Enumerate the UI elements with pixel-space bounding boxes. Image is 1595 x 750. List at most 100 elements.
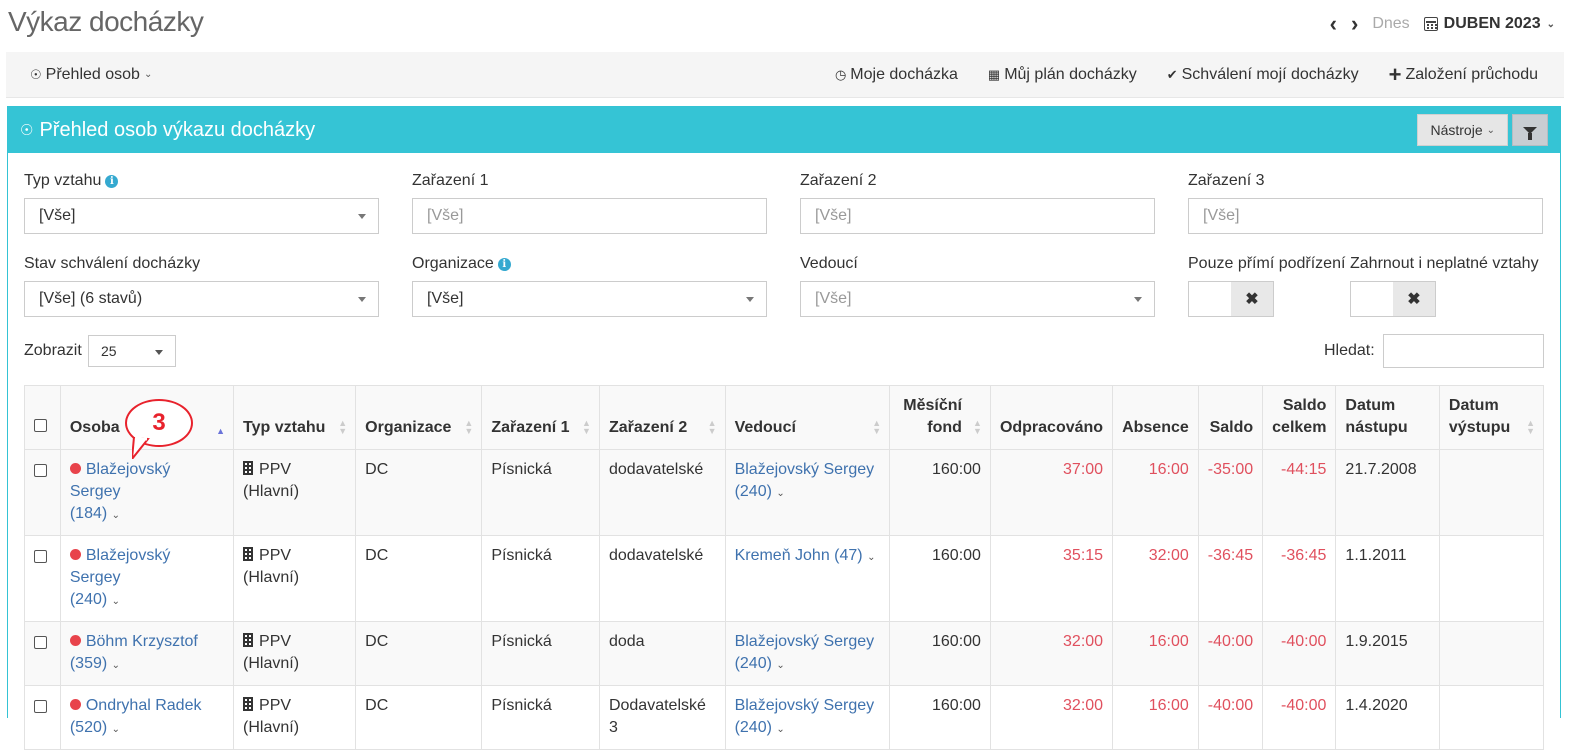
classification1-input[interactable]: [Vše] <box>412 198 767 234</box>
person-cell: Blažejovský Sergey (240) ⌄ <box>59 535 235 622</box>
person-link[interactable]: Böhm Krzysztof <box>86 633 198 650</box>
approval-state-select[interactable]: [Vše] (6 stavů) <box>24 281 379 317</box>
calendar-icon: ▦ <box>987 66 1001 82</box>
chevron-down-icon: ⌄ <box>143 69 153 80</box>
sort-icon: ▲ ▼ <box>707 418 717 436</box>
monthly-fund-cell: 160:00 <box>889 535 991 622</box>
create-passage-link[interactable]: + Založení průchodu <box>1389 63 1538 85</box>
balance-cell: -36:45 <box>1197 535 1264 622</box>
column-header-absence[interactable]: Absence <box>1112 385 1199 450</box>
manager-id-dropdown[interactable]: (240) ⌄ <box>735 719 785 736</box>
today-button[interactable]: Dnes <box>1372 15 1409 33</box>
column-header-start-date[interactable]: Datum nástupu <box>1335 385 1440 450</box>
person-link[interactable]: Ondryhal Radek <box>86 697 202 714</box>
manager-link[interactable]: Kremeň John (47) <box>735 547 863 564</box>
include-invalid-toggle[interactable]: ✖ <box>1350 281 1436 317</box>
person-link[interactable]: Blažejovský Sergey <box>70 461 170 500</box>
person-id: (184) <box>69 505 108 522</box>
filter-toggle-button[interactable] <box>1512 114 1548 146</box>
search-input[interactable] <box>1383 334 1544 368</box>
manager-link[interactable]: Blažejovský Sergey <box>735 697 875 714</box>
page-size-select[interactable]: 25 <box>88 335 176 367</box>
manager-cell: Blažejovský Sergey (240) ⌄ <box>724 621 891 686</box>
column-header-organization[interactable]: Organizace ▲ ▼ <box>355 385 483 450</box>
column-header-manager[interactable]: Vedoucí ▲ ▼ <box>724 385 891 450</box>
relation-type-cell: PPV (Hlavní) <box>233 621 357 686</box>
person-id-dropdown[interactable]: (240) ⌄ <box>70 591 120 608</box>
month-picker[interactable]: DUBEN 2023 ⌄ <box>1423 15 1555 33</box>
chevron-down-icon: ⌄ <box>111 660 121 671</box>
column-header-balance[interactable]: Saldo <box>1197 385 1264 450</box>
tools-button[interactable]: Nástroje ⌄ <box>1417 114 1508 146</box>
column-header-classification2[interactable]: Zařazení 2 ▲ ▼ <box>598 385 726 450</box>
column-label: Zařazení 2 <box>608 419 688 436</box>
manager-id-dropdown[interactable]: (240) ⌄ <box>735 655 785 672</box>
person-id-dropdown[interactable]: (359) ⌄ <box>70 655 120 672</box>
chevron-down-icon: ⌄ <box>111 724 121 735</box>
row-select-cell <box>24 535 61 622</box>
column-label: Datum <box>1345 397 1396 414</box>
row-checkbox[interactable] <box>34 464 47 477</box>
column-header-balance-total[interactable]: Saldo celkem <box>1262 385 1337 450</box>
calendar-icon <box>1423 17 1438 31</box>
column-header-classification1[interactable]: Zařazení 1 ▲ ▼ <box>481 385 600 450</box>
classification2-cell: doda <box>598 621 726 686</box>
person-link[interactable]: Blažejovský Sergey <box>70 547 170 586</box>
relation-type-label: Typ vztahu i <box>24 172 119 190</box>
close-icon: ✖ <box>1231 282 1273 316</box>
classification3-input[interactable]: [Vše] <box>1188 198 1543 234</box>
my-attendance-link[interactable]: ◷ Moje docházka <box>835 66 958 84</box>
approval-label: Schválení mojí docházky <box>1181 65 1359 83</box>
caret-down-icon <box>746 297 754 302</box>
classification2-input[interactable]: [Vše] <box>800 198 1155 234</box>
manager-link[interactable]: Blažejovský Sergey <box>735 461 875 478</box>
building-icon <box>243 461 254 475</box>
relation-type-select[interactable]: [Vše] <box>24 198 379 234</box>
building-icon <box>243 547 254 561</box>
column-label: nástupu <box>1345 419 1408 436</box>
column-label: Odpracováno <box>999 419 1104 436</box>
row-checkbox[interactable] <box>34 700 47 713</box>
column-header-worked[interactable]: Odpracováno <box>989 385 1114 450</box>
column-label: Měsíční <box>903 397 962 414</box>
prev-month-button[interactable]: ‹ <box>1330 13 1337 35</box>
organization-label: Organizace i <box>412 255 511 273</box>
people-overview-menu[interactable]: ☉ Přehled osob ⌄ <box>30 66 152 84</box>
worked-cell: 35:15 <box>989 535 1114 622</box>
approval-link[interactable]: ✔ Schválení mojí docházky <box>1167 66 1359 84</box>
direct-subordinates-toggle[interactable]: ✖ <box>1188 281 1274 317</box>
manager-id-dropdown[interactable]: (240) ⌄ <box>735 483 785 500</box>
row-checkbox[interactable] <box>34 636 47 649</box>
worked-cell: 37:00 <box>989 449 1114 536</box>
status-dot-icon <box>69 463 81 474</box>
clock-icon: ◷ <box>834 66 847 82</box>
classification1-cell: Písnická <box>481 621 600 686</box>
manager-id-dropdown[interactable]: ⌄ <box>867 547 875 564</box>
sort-icon: ▲ ▼ <box>1526 418 1535 436</box>
column-header-monthly-fund[interactable]: Měsíční fond ▲ ▼ <box>889 385 991 450</box>
sort-icon: ▲ ▼ <box>338 418 348 436</box>
column-header-end-date[interactable]: Datum výstupu ▲ ▼ <box>1438 385 1545 450</box>
classification2-label: Zařazení 2 <box>800 172 877 189</box>
info-icon[interactable]: i <box>105 174 119 188</box>
close-icon: ✖ <box>1393 282 1435 316</box>
balance-cell: -35:00 <box>1197 449 1264 536</box>
manager-link[interactable]: Blažejovský Sergey <box>735 633 875 650</box>
balance-total-cell: -44:15 <box>1262 449 1337 536</box>
person-id-dropdown[interactable]: (520) ⌄ <box>70 719 120 736</box>
select-all-checkbox[interactable] <box>34 419 47 432</box>
row-checkbox[interactable] <box>34 550 47 563</box>
approval-state-label: Stav schválení docházky <box>24 255 201 272</box>
column-header-relation-type[interactable]: Typ vztahu ▲ ▼ <box>233 385 357 450</box>
my-plan-label: Můj plán docházky <box>1004 65 1137 83</box>
info-icon[interactable]: i <box>497 257 511 271</box>
manager-select[interactable]: [Vše] <box>800 281 1155 317</box>
organization-select[interactable]: [Vše] <box>412 281 767 317</box>
status-dot-icon <box>69 699 81 710</box>
relation-type-cell: PPV (Hlavní) <box>233 449 357 536</box>
person-id-dropdown[interactable]: (184) ⌄ <box>70 505 120 522</box>
classification1-cell: Písnická <box>481 535 600 622</box>
my-plan-link[interactable]: ▦ Můj plán docházky <box>988 66 1137 84</box>
tools-label: Nástroje <box>1430 122 1483 138</box>
next-month-button[interactable]: › <box>1351 13 1358 35</box>
